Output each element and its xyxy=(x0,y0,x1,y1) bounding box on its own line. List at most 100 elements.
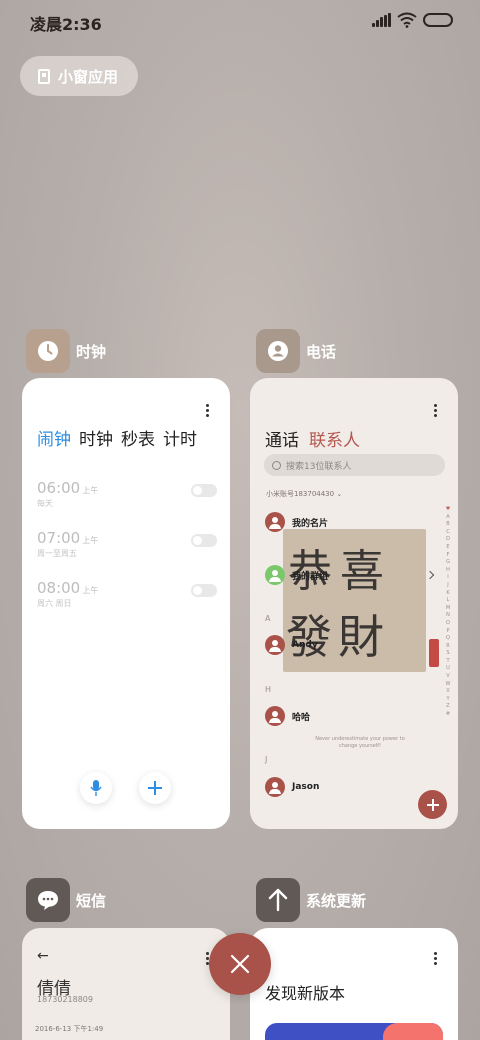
alphabet-letter[interactable]: B xyxy=(444,521,452,529)
tab-clock[interactable]: 时钟 xyxy=(79,425,113,450)
clock-app-header[interactable]: 时钟 xyxy=(26,329,106,373)
update-banner xyxy=(265,1023,443,1040)
recent-apps-screen: 凌晨2:36 小窗应用 时钟 闹钟 时钟 秒表 计时 06:00 上午 每天 0… xyxy=(0,0,480,1040)
contact-search-input[interactable]: 搜索13位联系人 xyxy=(264,454,445,476)
contact-name: 我的群组 xyxy=(292,571,329,582)
status-time: 凌晨2:36 xyxy=(30,15,102,34)
clock-app-icon xyxy=(26,329,70,373)
alphabet-letter[interactable]: N xyxy=(444,612,452,620)
contact-item[interactable]: Andy xyxy=(265,634,318,656)
plus-icon xyxy=(148,781,162,795)
message-date: 2016-6-13 下午1:49 xyxy=(35,1025,104,1033)
phone-app-card[interactable]: 通话 联系人 搜索13位联系人 小米账号183704430 ⌄ 恭喜 發財 我的… xyxy=(250,378,458,829)
account-label: 小米账号183704430 ⌄ xyxy=(266,490,343,498)
avatar xyxy=(265,635,285,655)
seal-stamp xyxy=(429,639,439,667)
more-icon[interactable] xyxy=(434,952,438,966)
tab-contacts[interactable]: 联系人 xyxy=(309,426,360,451)
alphabet-letter[interactable]: O xyxy=(444,620,452,628)
alphabet-letter[interactable]: A xyxy=(444,514,452,522)
alphabet-letter[interactable]: F xyxy=(444,552,452,560)
avatar xyxy=(265,706,285,726)
alphabet-letter[interactable]: W xyxy=(444,681,452,689)
alarm-ampm: 上午 xyxy=(82,586,99,595)
phone-app-header[interactable]: 电话 xyxy=(256,329,336,373)
add-contact-button[interactable] xyxy=(418,790,447,819)
sms-app-name: 短信 xyxy=(76,891,107,910)
tab-stopwatch[interactable]: 秒表 xyxy=(121,425,155,450)
alarm-item[interactable]: 06:00 上午 每天 xyxy=(37,478,217,518)
status-bar: 凌晨2:36 xyxy=(0,0,480,44)
alarm-toggle[interactable] xyxy=(191,534,217,547)
alphabet-letter[interactable]: I xyxy=(444,574,452,582)
alphabet-letter[interactable]: V xyxy=(444,673,452,681)
alphabet-letter[interactable]: H xyxy=(444,567,452,575)
microphone-icon xyxy=(90,780,102,796)
alphabet-letter[interactable]: ♥ xyxy=(444,506,452,514)
update-app-card[interactable]: 发现新版本 xyxy=(250,928,458,1040)
alarm-item[interactable]: 08:00 上午 周六 周日 xyxy=(37,578,217,618)
alarm-repeat: 周一至周五 xyxy=(37,549,77,558)
clock-tabs: 闹钟 时钟 秒表 计时 xyxy=(37,425,197,450)
alarm-repeat: 每天 xyxy=(37,499,53,508)
more-icon[interactable] xyxy=(434,404,438,418)
alarm-item[interactable]: 07:00 上午 周一至周五 xyxy=(37,528,217,568)
back-arrow-icon[interactable]: ← xyxy=(37,948,49,964)
tab-alarm[interactable]: 闹钟 xyxy=(37,425,71,450)
alarm-time: 07:00 xyxy=(37,529,81,547)
more-icon[interactable] xyxy=(206,404,210,418)
clear-all-button[interactable] xyxy=(209,933,271,995)
alphabet-letter[interactable]: T xyxy=(444,658,452,666)
search-icon xyxy=(272,460,281,470)
add-alarm-button[interactable] xyxy=(139,772,171,804)
alarm-ampm: 上午 xyxy=(82,486,99,495)
update-app-name: 系统更新 xyxy=(306,891,367,910)
phone-app-name: 电话 xyxy=(306,342,337,361)
alphabet-index[interactable]: ♥ A B C D E F G H I J K L M N O P Q R S T U V W X Y Z # xyxy=(444,506,452,719)
contact-item[interactable]: Jason xyxy=(265,776,319,798)
alphabet-letter[interactable]: Y xyxy=(444,696,452,704)
sms-app-header[interactable]: 短信 xyxy=(26,878,106,922)
alarm-toggle[interactable] xyxy=(191,584,217,597)
alphabet-letter[interactable]: J xyxy=(444,582,452,590)
sms-app-card[interactable]: ← 倩倩 18730218809 2016-6-13 下午1:49 xyxy=(22,928,230,1040)
alarm-toggle[interactable] xyxy=(191,484,217,497)
alphabet-letter[interactable]: S xyxy=(444,650,452,658)
tab-timer[interactable]: 计时 xyxy=(163,425,197,450)
alphabet-letter[interactable]: E xyxy=(444,544,452,552)
alphabet-letter[interactable]: M xyxy=(444,605,452,613)
wifi-icon xyxy=(397,12,417,28)
plus-icon xyxy=(426,798,439,811)
voice-alarm-button[interactable] xyxy=(80,772,112,804)
alarm-repeat: 周六 周日 xyxy=(37,599,72,608)
alphabet-letter[interactable]: D xyxy=(444,536,452,544)
alphabet-letter[interactable]: P xyxy=(444,628,452,636)
wallpaper-motto: Never underestimate your power to change… xyxy=(315,736,405,749)
tab-calls[interactable]: 通话 xyxy=(265,426,299,451)
alphabet-letter[interactable]: K xyxy=(444,590,452,598)
alphabet-letter[interactable]: U xyxy=(444,665,452,673)
mini-window-button[interactable]: 小窗应用 xyxy=(20,56,138,96)
alphabet-letter[interactable]: L xyxy=(444,597,452,605)
alphabet-letter[interactable]: Q xyxy=(444,635,452,643)
contact-item[interactable]: 哈哈 xyxy=(265,705,310,727)
clock-app-card[interactable]: 闹钟 时钟 秒表 计时 06:00 上午 每天 07:00 上午 周一至周五 08:… xyxy=(22,378,230,829)
chevron-right-icon xyxy=(425,570,435,580)
alphabet-letter[interactable]: # xyxy=(444,711,452,719)
alphabet-letter[interactable]: X xyxy=(444,688,452,696)
contact-item[interactable]: 我的名片 xyxy=(265,511,328,533)
alphabet-letter[interactable]: Z xyxy=(444,703,452,711)
alarm-ampm: 上午 xyxy=(82,536,99,545)
avatar xyxy=(265,512,285,532)
alphabet-letter[interactable]: C xyxy=(444,529,452,537)
alarm-time: 06:00 xyxy=(37,479,81,497)
update-app-icon xyxy=(256,878,300,922)
section-header: H xyxy=(265,685,272,694)
update-app-header[interactable]: 系统更新 xyxy=(256,878,366,922)
contact-name: 我的名片 xyxy=(292,518,329,529)
contact-name: Jason xyxy=(292,782,320,792)
alphabet-letter[interactable]: G xyxy=(444,559,452,567)
contact-item[interactable]: 我的群组 xyxy=(265,564,328,586)
alphabet-letter[interactable]: R xyxy=(444,643,452,651)
clock-app-name: 时钟 xyxy=(76,342,107,361)
